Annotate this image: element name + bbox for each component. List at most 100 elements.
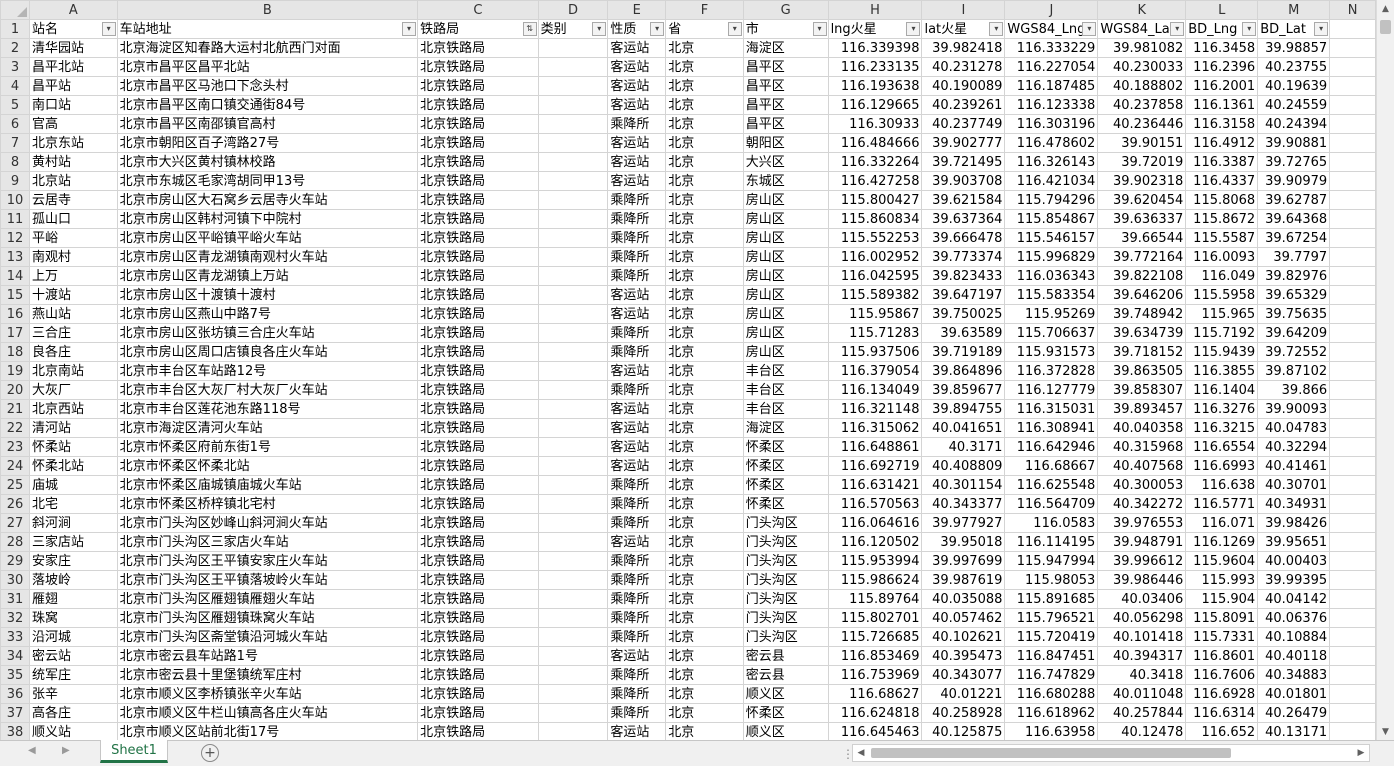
cell[interactable]: 北京铁路局 <box>417 437 539 457</box>
cell[interactable]: 南观村 <box>28 247 118 267</box>
cell[interactable]: 乘降所 <box>607 114 667 134</box>
cell[interactable]: 116.853469 <box>827 646 923 666</box>
cell[interactable]: 客运站 <box>607 76 667 96</box>
cell[interactable]: 39.95651 <box>1257 532 1331 552</box>
cell[interactable]: 北京 <box>665 285 744 305</box>
cell[interactable]: 116.0583 <box>1004 513 1099 533</box>
cell[interactable]: 北京市房山区周口店镇良各庄火车站 <box>116 342 419 362</box>
cell[interactable]: 115.986624 <box>827 570 923 590</box>
column-header-f[interactable]: F <box>665 0 744 20</box>
cell[interactable]: 北京市房山区青龙湖镇南观村火车站 <box>116 247 419 267</box>
cell[interactable]: 40.3171 <box>921 437 1006 457</box>
scroll-down-icon[interactable]: ▼ <box>1377 723 1394 740</box>
cell[interactable]: 客运站 <box>607 285 667 305</box>
cell[interactable]: 39.621584 <box>921 190 1006 210</box>
cell[interactable]: 115.996829 <box>1004 247 1099 267</box>
empty-cell[interactable] <box>1329 703 1376 723</box>
cell[interactable]: 门头沟区 <box>742 589 829 609</box>
cell[interactable]: 乘降所 <box>607 266 667 286</box>
cell[interactable]: 116.3276 <box>1185 399 1259 419</box>
header-cell[interactable]: WGS84_Lat ▾ <box>1097 19 1187 39</box>
header-cell[interactable]: BD_Lat ▾ <box>1257 19 1331 39</box>
row-number[interactable]: 24 <box>0 456 30 476</box>
cell[interactable] <box>537 133 609 153</box>
empty-cell[interactable] <box>1329 247 1376 267</box>
cell[interactable]: 安家庄 <box>28 551 118 571</box>
cell[interactable] <box>537 76 609 96</box>
cell[interactable]: 北京 <box>665 665 744 685</box>
cell[interactable]: 115.8672 <box>1185 209 1259 229</box>
cell[interactable]: 39.90093 <box>1257 399 1331 419</box>
cell[interactable] <box>537 532 609 552</box>
row-number[interactable]: 27 <box>0 513 30 533</box>
cell[interactable] <box>537 646 609 666</box>
cell[interactable]: 39.64368 <box>1257 209 1331 229</box>
cell[interactable]: 40.011048 <box>1097 684 1187 704</box>
cell[interactable]: 门头沟区 <box>742 627 829 647</box>
cell[interactable]: 40.3418 <box>1097 665 1187 685</box>
cell[interactable]: 北京市朝阳区百子湾路27号 <box>116 133 419 153</box>
cell[interactable]: 乘降所 <box>607 513 667 533</box>
cell[interactable]: 40.30701 <box>1257 475 1331 495</box>
cell[interactable]: 39.773374 <box>921 247 1006 267</box>
cell[interactable]: 北京 <box>665 532 744 552</box>
sheet-tab-sheet1[interactable]: Sheet1 <box>100 740 168 763</box>
cell[interactable]: 顺义站 <box>28 722 118 740</box>
row-number[interactable]: 2 <box>0 38 30 58</box>
cell[interactable]: 39.637364 <box>921 209 1006 229</box>
cell[interactable]: 北京市房山区燕山中路7号 <box>116 304 419 324</box>
cell[interactable]: 北京 <box>665 152 744 172</box>
cell[interactable]: 密云站 <box>28 646 118 666</box>
empty-cell[interactable] <box>1329 57 1376 77</box>
cell[interactable]: 大灰厂 <box>28 380 118 400</box>
cell[interactable]: 北京铁路局 <box>417 76 539 96</box>
cell[interactable]: 北京市海淀区清河火车站 <box>116 418 419 438</box>
cell[interactable]: 115.931573 <box>1004 342 1099 362</box>
cell[interactable]: 北京 <box>665 399 744 419</box>
filter-dropdown-icon[interactable]: ▾ <box>1082 22 1097 36</box>
cell[interactable]: 乘降所 <box>607 703 667 723</box>
filter-dropdown-icon[interactable]: ▾ <box>1242 22 1257 36</box>
cell[interactable]: 海淀区 <box>742 38 829 58</box>
row-number[interactable]: 29 <box>0 551 30 571</box>
cell[interactable]: 北京 <box>665 646 744 666</box>
cell[interactable]: 39.948791 <box>1097 532 1187 552</box>
row-number[interactable]: 13 <box>0 247 30 267</box>
row-number[interactable]: 6 <box>0 114 30 134</box>
cell[interactable]: 115.98053 <box>1004 570 1099 590</box>
cell[interactable]: 北京铁路局 <box>417 247 539 267</box>
row-number[interactable]: 11 <box>0 209 30 229</box>
cell[interactable]: 115.800427 <box>827 190 923 210</box>
cell[interactable]: 40.10884 <box>1257 627 1331 647</box>
cell[interactable]: 40.19639 <box>1257 76 1331 96</box>
column-header-n[interactable]: N <box>1329 0 1376 20</box>
cell[interactable]: 客运站 <box>607 95 667 115</box>
cell[interactable]: 116.372828 <box>1004 361 1099 381</box>
row-number[interactable]: 4 <box>0 76 30 96</box>
cell[interactable]: 乘降所 <box>607 380 667 400</box>
cell[interactable]: 116.3855 <box>1185 361 1259 381</box>
cell[interactable]: 116.134049 <box>827 380 923 400</box>
cell[interactable]: 房山区 <box>742 323 829 343</box>
cell[interactable]: 大兴区 <box>742 152 829 172</box>
cell[interactable]: 北京 <box>665 551 744 571</box>
cell[interactable]: 39.67254 <box>1257 228 1331 248</box>
cell[interactable]: 115.937506 <box>827 342 923 362</box>
cell[interactable]: 北京 <box>665 684 744 704</box>
cell[interactable]: 39.977927 <box>921 513 1006 533</box>
cell[interactable]: 115.947994 <box>1004 551 1099 571</box>
empty-cell[interactable] <box>1329 665 1376 685</box>
cell[interactable]: 北京铁路局 <box>417 342 539 362</box>
cell[interactable]: 乘降所 <box>607 627 667 647</box>
cell[interactable]: 顺义区 <box>742 722 829 740</box>
cell[interactable]: 北京 <box>665 95 744 115</box>
cell[interactable]: 北京铁路局 <box>417 57 539 77</box>
cell[interactable] <box>537 152 609 172</box>
cell[interactable]: 116.680288 <box>1004 684 1099 704</box>
cell[interactable]: 116.692719 <box>827 456 923 476</box>
row-number[interactable]: 14 <box>0 266 30 286</box>
cell[interactable]: 39.976553 <box>1097 513 1187 533</box>
cell[interactable]: 116.642946 <box>1004 437 1099 457</box>
cell[interactable]: 40.23755 <box>1257 57 1331 77</box>
row-number[interactable]: 37 <box>0 703 30 723</box>
